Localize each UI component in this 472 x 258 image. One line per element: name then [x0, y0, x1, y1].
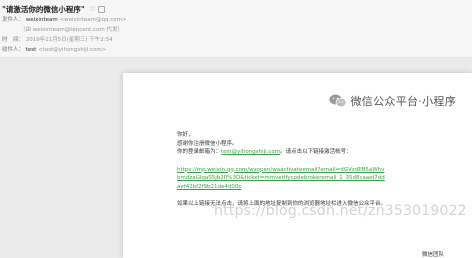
proxy-sender: （由 weixinteam@tencent.com 代发） — [20, 27, 124, 33]
message-body: 你好， 感谢你注册微信小程序。 你的登录邮箱为：test@yihongshiji… — [177, 131, 462, 209]
from-name[interactable]: weixinteam — [26, 17, 58, 23]
flag-icon[interactable] — [98, 5, 105, 13]
from-label: 发件人： — [2, 17, 25, 23]
brand-title: 微信公众平台·小程序 — [350, 95, 456, 108]
time-label: 时 间： — [2, 37, 25, 43]
greeting: 你好， — [177, 132, 194, 138]
to-label: 收件人： — [2, 47, 25, 53]
login-line: 你的登录邮箱为：test@yihongshiji.com。请点击以下链接激活帐号… — [177, 148, 462, 157]
login-email-link[interactable]: test@yihongshiji.com — [221, 149, 280, 155]
to-address: <test@yihongshiji.com> — [38, 47, 107, 53]
from-row: 发件人： weixinteam <weixinteam@qq.com> — [2, 15, 472, 25]
login-suffix: 。请点击以下链接激活帐号： — [280, 149, 352, 155]
thanks-text: 感谢你注册微信小程序。 — [177, 140, 238, 147]
proxy-row: （由 weixinteam@tencent.com 代发） — [2, 25, 472, 35]
time-row: 时 间： 2019年11月5日(星期三) 下午2:54 — [2, 35, 472, 45]
from-address: <weixinteam@qq.com> — [59, 17, 127, 23]
time-value: 2019年11月5日(星期三) 下午2:54 — [25, 37, 113, 43]
subject-row: "请激活你的微信小程序" ☆ — [2, 3, 472, 15]
email-subject: "请激活你的微信小程序" — [2, 4, 85, 14]
to-name[interactable]: test — [26, 47, 37, 53]
wechat-icon — [329, 94, 346, 108]
login-prefix: 你的登录邮箱为： — [177, 149, 222, 155]
activation-link[interactable]: https://mp.weixin.qq.com/wxopen/waactiva… — [177, 166, 387, 192]
watermark: https://blog.csdn.net/zn353019022 — [214, 203, 467, 219]
star-icon[interactable]: ☆ — [89, 5, 96, 13]
email-header: "请激活你的微信小程序" ☆ 发件人： weixinteam <weixinte… — [0, 0, 472, 58]
email-body-card: 微信公众平台·小程序 你好， 感谢你注册微信小程序。 你的登录邮箱为：test@… — [123, 73, 472, 258]
brand: 微信公众平台·小程序 — [329, 93, 457, 109]
signoff: 微信团队 — [421, 252, 444, 258]
to-row: 收件人： test <test@yihongshiji.com> — [2, 45, 472, 55]
